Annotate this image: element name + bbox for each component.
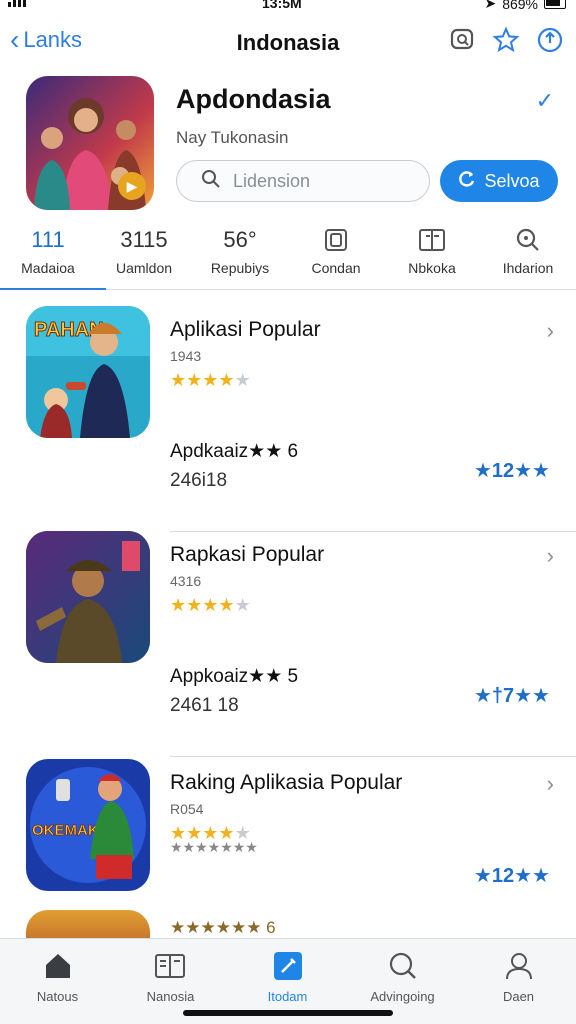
list-item-subtitle: Appkoaiz★★ 5 [170,666,299,687]
tab-label: Natous [36,989,79,1004]
app-subtitle: Nay Tukonasin [176,128,289,147]
app-thumbnail[interactable]: OKEMAKE [26,759,150,891]
app-thumbnail[interactable]: PAHAN [26,306,150,438]
search-icon [345,949,460,983]
content-icon [288,224,384,256]
rating-badge: ★†7★★ [473,685,550,707]
stat-tab-5[interactable]: Ihdarion [480,224,576,276]
edit-icon [230,949,345,983]
list-item-subtitle: ★★★★★★★ [170,839,258,855]
list-item[interactable]: PAHAN Aplikasi Popular 1943 ★★★★★ › Apdk… [0,306,576,532]
chevron-right-icon[interactable]: › [547,318,554,344]
list-item-subtitle: Apdkaaiz★★ 6 [170,441,299,462]
home-icon [0,949,115,983]
list-item-subtitle: ★★★★★★ 6 [170,918,276,937]
stat-label: Condan [311,260,361,276]
list-item[interactable]: Rapkasi Popular 4316 ★★★★★ › Appkoaiz★★ … [0,531,576,757]
chat-search-icon[interactable] [448,26,476,54]
nav-bar: ‹ Lanks Indonasia [0,20,576,68]
stat-tab-3[interactable]: Condan [288,224,384,276]
divider [170,756,576,757]
stat-tab-2[interactable]: 56° Repubiys [192,224,288,276]
stat-tab-4[interactable]: Nbkoka [384,224,480,276]
book-icon [384,224,480,256]
primary-action-label: Selvoa [484,170,540,191]
list-item-title: Rapkasi Popular [170,543,325,566]
search-icon [480,224,576,256]
list-item-number: R054 [170,801,204,817]
app-header: ▶ Apdondasia Nay Tukonasin ✓ Selvoa [26,76,558,216]
rating-badge: ★12★★ [473,865,550,887]
status-bar: 13:5M ➤ 869% [0,0,576,14]
star-rating: ★★★★★ [170,370,251,390]
stat-value: 56° [223,227,257,252]
star-icon[interactable] [492,26,520,54]
stat-value: 111 [31,227,65,252]
star-rating: ★★★★★ [170,595,251,615]
tab-home[interactable]: Natous [0,949,115,1004]
stat-label: Uamldon [115,260,173,276]
back-label: Lanks [23,27,83,52]
signal-icon [8,0,26,7]
battery-icon [544,0,566,9]
stat-label: Repubiys [210,260,270,276]
share-icon[interactable] [536,26,564,54]
tab-editor[interactable]: Itodam [230,949,345,1004]
chevron-left-icon: ‹ [10,24,20,55]
list-item[interactable]: ★★★★★★ 6 [0,910,576,938]
status-time: 13:5M [262,0,302,11]
tab-label: Advingoing [370,989,435,1004]
primary-action-button[interactable]: Selvoa [440,160,558,202]
chevron-right-icon[interactable]: › [547,543,554,569]
chevron-down-icon[interactable]: ✓ [536,88,554,114]
stats-tabs: 111 Madaioa 3115 Uamldon 56° Repubiys Co… [0,224,576,290]
tab-label: Nanosia [146,989,195,1004]
tab-search[interactable]: Advingoing [345,949,460,1004]
book-icon [113,949,228,983]
refresh-icon [458,170,476,193]
chevron-right-icon[interactable]: › [547,771,554,797]
search-icon [201,169,221,194]
list-item-title: Aplikasi Popular [170,318,321,341]
battery-percent: 869% [502,0,538,12]
location-icon: ➤ [484,0,497,11]
stat-value: 3115 [120,227,168,252]
list-item-number: 4316 [170,573,202,589]
list-item-meta: 2461 18 [170,695,239,716]
app-name: Apdondasia [176,84,331,114]
tab-profile[interactable]: Daen [461,949,576,1004]
active-tab-indicator [0,288,106,290]
list-item-title: Raking Aplikasia Popular [170,771,403,794]
app-thumbnail[interactable] [26,531,150,663]
stat-label: Madaioa [21,260,75,276]
profile-icon [461,949,576,983]
list-item-number: 1943 [170,348,202,364]
tab-label: Itodam [267,989,308,1004]
app-icon-image[interactable]: ▶ [26,76,154,210]
stat-tab-1[interactable]: 3115 Uamldon [96,224,192,276]
rating-badge: ★12★★ [473,460,550,482]
home-indicator [183,1010,393,1016]
stat-label: Nbkoka [408,260,456,276]
list-item-meta: 246i18 [170,470,228,491]
play-icon[interactable]: ▶ [118,172,146,200]
search-field[interactable] [176,160,430,202]
stat-label: Ihdarion [502,260,554,276]
search-input[interactable] [233,170,393,192]
stat-tab-0[interactable]: 111 Madaioa [0,224,96,276]
app-thumbnail[interactable] [26,910,150,938]
tab-label: Daen [502,989,535,1004]
tab-library[interactable]: Nanosia [113,949,228,1004]
back-button[interactable]: ‹ Lanks [10,26,82,54]
